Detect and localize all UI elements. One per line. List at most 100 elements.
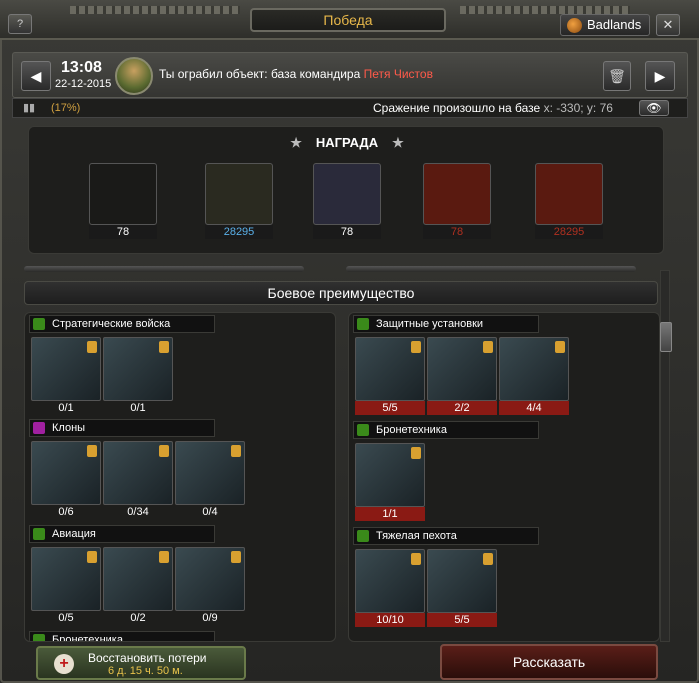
- section-title: Клоны: [52, 422, 86, 434]
- divider: [346, 266, 636, 272]
- section-header: Авиация: [29, 525, 215, 543]
- rank-badge-icon: [87, 341, 97, 353]
- wing-decoration: [460, 6, 630, 14]
- delete-button[interactable]: 🗑: [603, 61, 631, 91]
- unit-count: 0/2: [130, 612, 146, 624]
- unit-card[interactable]: 5/5: [427, 549, 497, 629]
- unit-count: 0/5: [58, 612, 74, 624]
- restore-losses-button[interactable]: + Восстановить потери 6 д. 15 ч. 50 м.: [36, 646, 246, 680]
- target-icon: [423, 163, 491, 225]
- section-header: Защитные установки: [353, 315, 539, 333]
- rank-badge-icon: [159, 445, 169, 457]
- help-button[interactable]: ?: [8, 14, 32, 34]
- alien-warrior-icon: [175, 441, 245, 505]
- unit-card[interactable]: 0/34: [103, 441, 173, 521]
- reward-value: 28295: [535, 225, 603, 239]
- unit-card[interactable]: 0/1: [31, 337, 101, 417]
- helicopter-icon: [31, 547, 101, 611]
- resource-crates-icon: [205, 163, 273, 225]
- star-medal-icon: [313, 163, 381, 225]
- unit-card[interactable]: 5/5: [355, 337, 425, 417]
- reward-item[interactable]: 78: [89, 163, 157, 239]
- reward-title-text: НАГРАДА: [315, 135, 379, 150]
- section-header: Тяжелая пехота: [353, 527, 539, 545]
- star-icon: ★: [290, 135, 302, 150]
- laurel-star-icon: [89, 163, 157, 225]
- restore-timer: 6 д. 15 ч. 50 м.: [108, 665, 183, 677]
- unit-card[interactable]: 1/1: [355, 443, 425, 523]
- section-header: Бронетехника: [29, 631, 215, 642]
- rank-badge-icon: [483, 553, 493, 565]
- battle-info-bar: ▮▮ (17%) Сражение произошло на базе x: -…: [12, 98, 688, 118]
- battle-message: Ты ограбил объект: база командира Петя Ч…: [159, 67, 433, 81]
- rank-badge-icon: [411, 341, 421, 353]
- section-title: Авиация: [52, 528, 96, 540]
- heavy-tank-icon: [103, 337, 173, 401]
- attacker-units-panel: Стратегические войска 0/1 0/1 Клоны 0/6 0/34 0…: [24, 312, 336, 642]
- section-header: Клоны: [29, 419, 215, 437]
- unit-count: 10/10: [355, 613, 425, 627]
- unit-card[interactable]: 0/6: [31, 441, 101, 521]
- wing-decoration: [70, 6, 240, 14]
- rank-badge-icon: [411, 553, 421, 565]
- cannon-icon: [499, 337, 569, 401]
- camo-helicopter-icon: [175, 547, 245, 611]
- medical-cross-icon: +: [54, 654, 74, 674]
- section-title: Бронетехника: [52, 634, 123, 642]
- unit-card[interactable]: 4/4: [499, 337, 569, 417]
- player-name[interactable]: Петя Чистов: [364, 67, 433, 81]
- turret-icon: [355, 337, 425, 401]
- server-badge[interactable]: Badlands: [560, 14, 650, 36]
- player-avatar[interactable]: [115, 57, 153, 95]
- unit-card[interactable]: 0/2: [103, 547, 173, 627]
- unit-count: 0/6: [58, 506, 74, 518]
- reward-item[interactable]: 78: [423, 163, 491, 239]
- loot-percent: (17%): [51, 102, 81, 114]
- scrollbar-thumb[interactable]: [660, 322, 672, 352]
- tell-button[interactable]: Рассказать: [440, 644, 658, 680]
- unit-card[interactable]: 0/5: [31, 547, 101, 627]
- view-replay-button[interactable]: 👁: [639, 100, 669, 116]
- rank-badge-icon: [411, 447, 421, 459]
- rank-badge-icon: [87, 445, 97, 457]
- globe-icon: [567, 18, 582, 33]
- defender-units-panel: Защитные установки 5/5 2/2 4/4 Бронетехника 1…: [348, 312, 660, 642]
- section-icon: [33, 318, 45, 330]
- unit-count: 5/5: [427, 613, 497, 627]
- bottles-icon: ▮▮: [23, 102, 36, 114]
- battle-date: 22-12-2015: [55, 78, 112, 90]
- rank-badge-icon: [555, 341, 565, 353]
- unit-card[interactable]: 0/4: [175, 441, 245, 521]
- battle-coords[interactable]: x: -330; y: 76: [544, 101, 613, 115]
- section-icon: [33, 422, 45, 434]
- reward-value: 78: [313, 225, 381, 239]
- reward-item[interactable]: 78: [313, 163, 381, 239]
- section-icon: [33, 528, 45, 540]
- close-button[interactable]: ✕: [656, 14, 680, 36]
- restore-label: Восстановить потери: [88, 651, 207, 665]
- heavy-soldier-icon: [355, 549, 425, 613]
- reward-item[interactable]: 28295: [535, 163, 603, 239]
- unit-count: 4/4: [499, 401, 569, 415]
- prev-button[interactable]: ◀: [21, 61, 51, 91]
- battle-header: ◀ 13:08 22-12-2015 Ты ограбил объект: ба…: [12, 52, 688, 98]
- unit-count: 0/4: [202, 506, 218, 518]
- unit-count: 2/2: [427, 401, 497, 415]
- section-title: Тяжелая пехота: [376, 530, 457, 542]
- unit-card[interactable]: 2/2: [427, 337, 497, 417]
- section-icon: [357, 530, 369, 542]
- unit-card[interactable]: 10/10: [355, 549, 425, 629]
- reward-panel: ★ НАГРАДА ★ 78 28295 78 78 28295: [28, 126, 664, 254]
- rank-badge-icon: [159, 341, 169, 353]
- unit-card[interactable]: 0/1: [103, 337, 173, 417]
- bunker-icon: [427, 337, 497, 401]
- section-header: Бронетехника: [353, 421, 539, 439]
- reward-item[interactable]: 28295: [205, 163, 273, 239]
- next-button[interactable]: ▶: [645, 61, 675, 91]
- advantage-title: Боевое преимущество: [24, 281, 658, 305]
- server-name: Badlands: [587, 17, 642, 32]
- humvee-icon: [355, 443, 425, 507]
- window-title: Победа: [250, 8, 446, 32]
- battle-location: Сражение произошло на базе x: -330; y: 7…: [373, 101, 613, 115]
- unit-card[interactable]: 0/9: [175, 547, 245, 627]
